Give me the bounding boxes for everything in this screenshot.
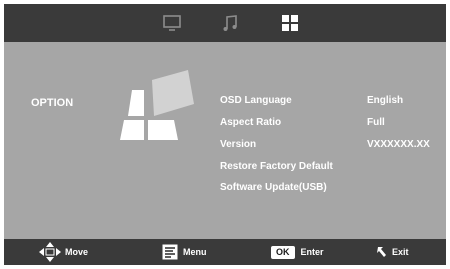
tv-icon	[163, 15, 181, 31]
ok-key-icon: OK	[271, 245, 295, 259]
tab-picture[interactable]	[161, 12, 183, 34]
menu-item-label: Version	[220, 139, 257, 150]
hint-move: Move	[37, 239, 88, 265]
dpad-arrows-icon	[39, 242, 61, 262]
hint-move-label: Move	[65, 247, 89, 257]
source-tab-bar	[4, 4, 446, 42]
menu-item-label: OSD Language	[220, 95, 292, 106]
hint-menu: Menu	[162, 239, 207, 265]
section-title: OPTION	[31, 97, 74, 109]
menu-item-label: Restore Factory Default	[220, 161, 333, 172]
exit-arrow-icon	[377, 247, 386, 257]
osd-window: OPTION OSD Language English Aspect Ratio…	[4, 4, 446, 265]
key-hint-bar: Move Menu OK Enter Exit	[4, 239, 446, 265]
hint-menu-label: Menu	[183, 247, 207, 257]
option-grid-icon	[282, 15, 298, 31]
music-note-icon	[223, 15, 237, 31]
hint-enter: OK Enter	[271, 239, 324, 265]
menu-key-icon	[162, 244, 178, 260]
menu-item-value: Full	[367, 117, 385, 128]
menu-item-label: Aspect Ratio	[220, 117, 282, 128]
menu-item-label: Software Update(USB)	[220, 182, 327, 193]
hint-exit-label: Exit	[392, 247, 409, 257]
option-tile-icon	[120, 70, 194, 140]
tab-option[interactable]	[279, 12, 301, 34]
menu-item-value: English	[367, 95, 404, 106]
hint-exit: Exit	[376, 239, 409, 265]
tab-sound[interactable]	[220, 12, 242, 34]
menu-item-value: VXXXXXX.XX	[367, 139, 430, 150]
hint-enter-label: Enter	[300, 247, 324, 257]
